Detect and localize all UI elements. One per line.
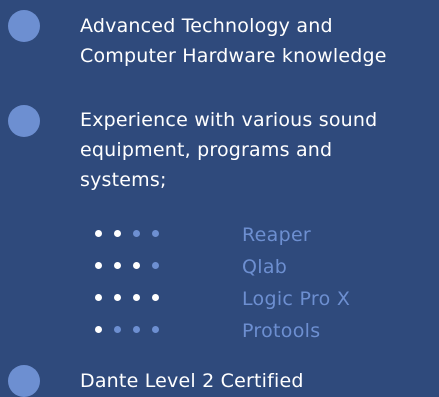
skill-row: Qlab xyxy=(95,250,415,284)
bullet-text: Advanced Technology and Computer Hardwar… xyxy=(80,11,387,71)
rating-dot-filled xyxy=(95,326,102,333)
rating-dot-filled xyxy=(114,294,121,301)
rating-dot-empty xyxy=(133,326,140,333)
skill-row: Logic Pro X xyxy=(95,282,415,316)
rating-dot-empty xyxy=(114,326,121,333)
skill-name: Protools xyxy=(242,320,321,342)
bullet-circle-icon xyxy=(8,365,40,397)
bullet-text-line: systems; xyxy=(80,169,167,191)
rating-dot-filled xyxy=(95,262,102,269)
rating-dot-filled xyxy=(152,294,159,301)
rating-dot-empty xyxy=(152,230,159,237)
rating-dot-empty xyxy=(133,230,140,237)
bullet-text-line: Experience with various sound xyxy=(80,109,378,131)
bullet-item-sound-experience: Experience with various sound equipment,… xyxy=(0,90,439,215)
rating-dot-filled xyxy=(95,294,102,301)
bullet-item-dante: Dante Level 2 Certified xyxy=(0,355,439,397)
rating-dot-filled xyxy=(133,262,140,269)
bullet-text-line: Advanced Technology and xyxy=(80,15,333,37)
rating-dot-filled xyxy=(133,294,140,301)
resume-skills-panel: { "items": [ { "lines": ["Advanced Techn… xyxy=(0,0,439,397)
bullet-circle-icon xyxy=(8,105,40,137)
rating-dot-filled xyxy=(95,230,102,237)
bullet-circle-icon xyxy=(8,10,40,42)
bullet-item-hardware: Advanced Technology and Computer Hardwar… xyxy=(0,0,439,90)
skill-row: Reaper xyxy=(95,218,415,252)
skill-name: Reaper xyxy=(242,224,312,246)
rating-dot-filled xyxy=(114,262,121,269)
bullet-text: Dante Level 2 Certified xyxy=(80,366,304,396)
bullet-text-line: equipment, programs and xyxy=(80,139,333,161)
skill-name: Logic Pro X xyxy=(242,288,351,310)
skill-row: Protools xyxy=(95,314,415,348)
rating-dot-empty xyxy=(152,326,159,333)
bullet-text: Experience with various sound equipment,… xyxy=(80,105,377,195)
skill-name: Qlab xyxy=(242,256,288,278)
rating-dot-filled xyxy=(114,230,121,237)
bullet-text-line: Computer Hardware knowledge xyxy=(80,45,387,67)
bullet-text-line: Dante Level 2 Certified xyxy=(80,370,304,392)
rating-dot-empty xyxy=(152,262,159,269)
